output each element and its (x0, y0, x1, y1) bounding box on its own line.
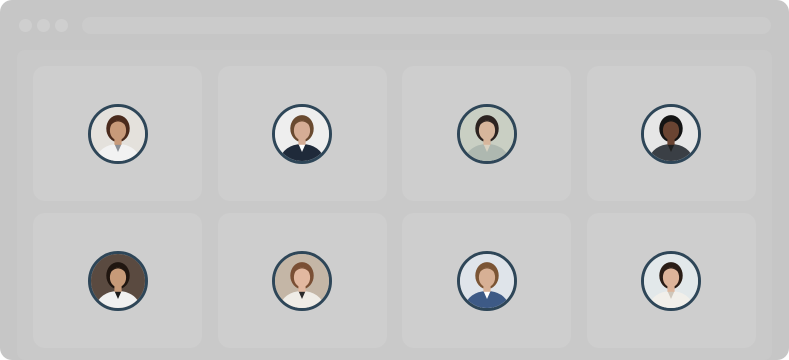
chef-man-avatar[interactable] (641, 103, 702, 164)
avatar-portrait (459, 106, 514, 161)
avatar-portrait (459, 253, 514, 308)
avatar-portrait (275, 253, 330, 308)
man-blue-suit-avatar[interactable] (456, 250, 517, 311)
person-card[interactable] (402, 66, 572, 201)
content-area (17, 50, 772, 360)
avatar-portrait (90, 253, 145, 308)
businesswoman-phone-avatar[interactable] (272, 250, 333, 311)
avatar-portrait (90, 106, 145, 161)
doctor-woman-avatar[interactable] (87, 103, 148, 164)
woman-avatar[interactable] (456, 103, 517, 164)
people-grid (33, 66, 756, 348)
man-suit-avatar[interactable] (87, 250, 148, 311)
person-card[interactable] (586, 213, 756, 348)
window-control-dot[interactable] (37, 19, 50, 32)
person-card[interactable] (217, 66, 387, 201)
person-card[interactable] (33, 213, 202, 348)
avatar-portrait (275, 106, 330, 161)
person-card[interactable] (586, 66, 756, 201)
window-control-dot[interactable] (55, 19, 68, 32)
woman-blazer-avatar[interactable] (641, 250, 702, 311)
title-bar (0, 0, 789, 50)
businessman-avatar[interactable] (272, 103, 333, 164)
person-card[interactable] (402, 213, 572, 348)
avatar-portrait (644, 253, 699, 308)
browser-window (0, 0, 789, 360)
person-card[interactable] (33, 66, 202, 201)
window-control-dot[interactable] (19, 19, 32, 32)
address-bar[interactable] (82, 17, 771, 34)
avatar-portrait (644, 106, 699, 161)
person-card[interactable] (217, 213, 387, 348)
